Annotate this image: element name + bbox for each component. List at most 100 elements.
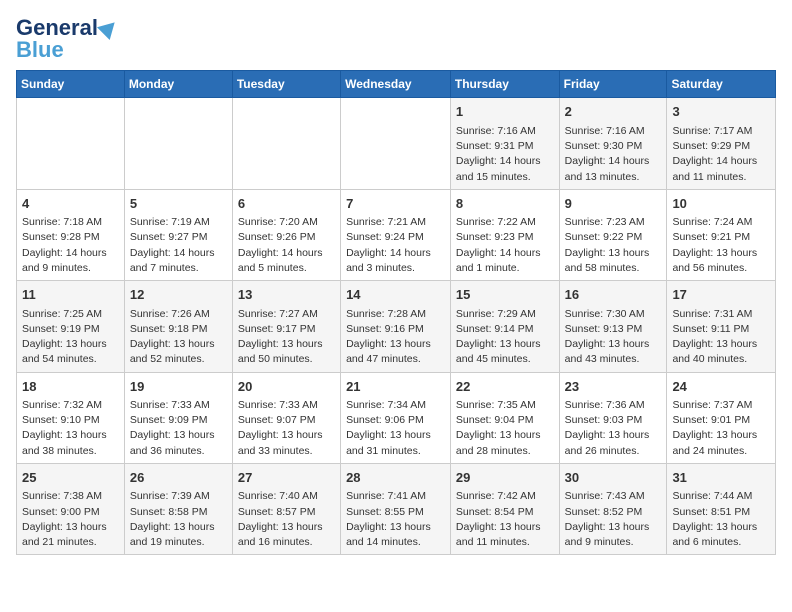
day-info: Sunrise: 7:26 AM Sunset: 9:18 PM Dayligh… (130, 307, 227, 368)
calendar-cell: 30Sunrise: 7:43 AM Sunset: 8:52 PM Dayli… (559, 463, 667, 554)
day-number: 24 (672, 377, 770, 397)
day-info: Sunrise: 7:44 AM Sunset: 8:51 PM Dayligh… (672, 489, 770, 550)
calendar-cell: 31Sunrise: 7:44 AM Sunset: 8:51 PM Dayli… (667, 463, 776, 554)
day-number: 13 (238, 285, 335, 305)
header-wednesday: Wednesday (341, 71, 451, 98)
calendar-cell (124, 98, 232, 189)
day-number: 7 (346, 194, 445, 214)
day-number: 30 (565, 468, 662, 488)
day-info: Sunrise: 7:30 AM Sunset: 9:13 PM Dayligh… (565, 307, 662, 368)
day-info: Sunrise: 7:29 AM Sunset: 9:14 PM Dayligh… (456, 307, 554, 368)
day-info: Sunrise: 7:38 AM Sunset: 9:00 PM Dayligh… (22, 489, 119, 550)
header-sunday: Sunday (17, 71, 125, 98)
logo-icon (97, 16, 121, 40)
day-info: Sunrise: 7:21 AM Sunset: 9:24 PM Dayligh… (346, 215, 445, 276)
calendar-cell (17, 98, 125, 189)
calendar-cell: 11Sunrise: 7:25 AM Sunset: 9:19 PM Dayli… (17, 281, 125, 372)
day-number: 20 (238, 377, 335, 397)
calendar-week-row: 1Sunrise: 7:16 AM Sunset: 9:31 PM Daylig… (17, 98, 776, 189)
day-info: Sunrise: 7:19 AM Sunset: 9:27 PM Dayligh… (130, 215, 227, 276)
day-number: 25 (22, 468, 119, 488)
day-number: 17 (672, 285, 770, 305)
day-info: Sunrise: 7:20 AM Sunset: 9:26 PM Dayligh… (238, 215, 335, 276)
calendar-week-row: 4Sunrise: 7:18 AM Sunset: 9:28 PM Daylig… (17, 189, 776, 280)
day-info: Sunrise: 7:37 AM Sunset: 9:01 PM Dayligh… (672, 398, 770, 459)
calendar-cell: 9Sunrise: 7:23 AM Sunset: 9:22 PM Daylig… (559, 189, 667, 280)
day-info: Sunrise: 7:27 AM Sunset: 9:17 PM Dayligh… (238, 307, 335, 368)
calendar-cell: 5Sunrise: 7:19 AM Sunset: 9:27 PM Daylig… (124, 189, 232, 280)
calendar-cell: 26Sunrise: 7:39 AM Sunset: 8:58 PM Dayli… (124, 463, 232, 554)
calendar-cell: 6Sunrise: 7:20 AM Sunset: 9:26 PM Daylig… (232, 189, 340, 280)
day-number: 19 (130, 377, 227, 397)
calendar-cell: 27Sunrise: 7:40 AM Sunset: 8:57 PM Dayli… (232, 463, 340, 554)
header-saturday: Saturday (667, 71, 776, 98)
day-number: 11 (22, 285, 119, 305)
calendar-cell: 23Sunrise: 7:36 AM Sunset: 9:03 PM Dayli… (559, 372, 667, 463)
day-info: Sunrise: 7:16 AM Sunset: 9:30 PM Dayligh… (565, 124, 662, 185)
calendar-cell: 14Sunrise: 7:28 AM Sunset: 9:16 PM Dayli… (341, 281, 451, 372)
day-info: Sunrise: 7:41 AM Sunset: 8:55 PM Dayligh… (346, 489, 445, 550)
calendar-cell: 8Sunrise: 7:22 AM Sunset: 9:23 PM Daylig… (450, 189, 559, 280)
calendar-week-row: 11Sunrise: 7:25 AM Sunset: 9:19 PM Dayli… (17, 281, 776, 372)
day-number: 12 (130, 285, 227, 305)
header-tuesday: Tuesday (232, 71, 340, 98)
day-number: 18 (22, 377, 119, 397)
calendar-cell: 20Sunrise: 7:33 AM Sunset: 9:07 PM Dayli… (232, 372, 340, 463)
day-number: 28 (346, 468, 445, 488)
day-number: 15 (456, 285, 554, 305)
day-info: Sunrise: 7:42 AM Sunset: 8:54 PM Dayligh… (456, 489, 554, 550)
calendar-cell: 24Sunrise: 7:37 AM Sunset: 9:01 PM Dayli… (667, 372, 776, 463)
calendar-cell: 22Sunrise: 7:35 AM Sunset: 9:04 PM Dayli… (450, 372, 559, 463)
calendar-cell: 29Sunrise: 7:42 AM Sunset: 8:54 PM Dayli… (450, 463, 559, 554)
day-number: 16 (565, 285, 662, 305)
day-number: 9 (565, 194, 662, 214)
day-number: 14 (346, 285, 445, 305)
day-number: 1 (456, 102, 554, 122)
day-info: Sunrise: 7:23 AM Sunset: 9:22 PM Dayligh… (565, 215, 662, 276)
calendar-week-row: 18Sunrise: 7:32 AM Sunset: 9:10 PM Dayli… (17, 372, 776, 463)
calendar-cell: 1Sunrise: 7:16 AM Sunset: 9:31 PM Daylig… (450, 98, 559, 189)
day-number: 5 (130, 194, 227, 214)
day-number: 6 (238, 194, 335, 214)
day-info: Sunrise: 7:32 AM Sunset: 9:10 PM Dayligh… (22, 398, 119, 459)
day-info: Sunrise: 7:43 AM Sunset: 8:52 PM Dayligh… (565, 489, 662, 550)
calendar-table: SundayMondayTuesdayWednesdayThursdayFrid… (16, 70, 776, 555)
calendar-cell: 16Sunrise: 7:30 AM Sunset: 9:13 PM Dayli… (559, 281, 667, 372)
day-number: 8 (456, 194, 554, 214)
calendar-cell: 13Sunrise: 7:27 AM Sunset: 9:17 PM Dayli… (232, 281, 340, 372)
day-info: Sunrise: 7:31 AM Sunset: 9:11 PM Dayligh… (672, 307, 770, 368)
day-number: 21 (346, 377, 445, 397)
calendar-cell: 15Sunrise: 7:29 AM Sunset: 9:14 PM Dayli… (450, 281, 559, 372)
day-info: Sunrise: 7:22 AM Sunset: 9:23 PM Dayligh… (456, 215, 554, 276)
day-number: 22 (456, 377, 554, 397)
day-info: Sunrise: 7:25 AM Sunset: 9:19 PM Dayligh… (22, 307, 119, 368)
header-thursday: Thursday (450, 71, 559, 98)
day-info: Sunrise: 7:36 AM Sunset: 9:03 PM Dayligh… (565, 398, 662, 459)
calendar-cell (341, 98, 451, 189)
day-info: Sunrise: 7:28 AM Sunset: 9:16 PM Dayligh… (346, 307, 445, 368)
logo-blue: Blue (16, 38, 64, 62)
calendar-cell: 4Sunrise: 7:18 AM Sunset: 9:28 PM Daylig… (17, 189, 125, 280)
calendar-week-row: 25Sunrise: 7:38 AM Sunset: 9:00 PM Dayli… (17, 463, 776, 554)
calendar-header-row: SundayMondayTuesdayWednesdayThursdayFrid… (17, 71, 776, 98)
day-info: Sunrise: 7:18 AM Sunset: 9:28 PM Dayligh… (22, 215, 119, 276)
day-number: 29 (456, 468, 554, 488)
calendar-cell: 12Sunrise: 7:26 AM Sunset: 9:18 PM Dayli… (124, 281, 232, 372)
day-number: 10 (672, 194, 770, 214)
calendar-cell: 19Sunrise: 7:33 AM Sunset: 9:09 PM Dayli… (124, 372, 232, 463)
calendar-cell: 7Sunrise: 7:21 AM Sunset: 9:24 PM Daylig… (341, 189, 451, 280)
calendar-cell: 17Sunrise: 7:31 AM Sunset: 9:11 PM Dayli… (667, 281, 776, 372)
calendar-cell: 18Sunrise: 7:32 AM Sunset: 9:10 PM Dayli… (17, 372, 125, 463)
day-number: 4 (22, 194, 119, 214)
day-info: Sunrise: 7:33 AM Sunset: 9:07 PM Dayligh… (238, 398, 335, 459)
calendar-cell: 3Sunrise: 7:17 AM Sunset: 9:29 PM Daylig… (667, 98, 776, 189)
day-number: 23 (565, 377, 662, 397)
day-info: Sunrise: 7:35 AM Sunset: 9:04 PM Dayligh… (456, 398, 554, 459)
day-number: 31 (672, 468, 770, 488)
day-number: 26 (130, 468, 227, 488)
calendar-cell: 25Sunrise: 7:38 AM Sunset: 9:00 PM Dayli… (17, 463, 125, 554)
day-info: Sunrise: 7:17 AM Sunset: 9:29 PM Dayligh… (672, 124, 770, 185)
calendar-cell (232, 98, 340, 189)
day-number: 2 (565, 102, 662, 122)
header-friday: Friday (559, 71, 667, 98)
